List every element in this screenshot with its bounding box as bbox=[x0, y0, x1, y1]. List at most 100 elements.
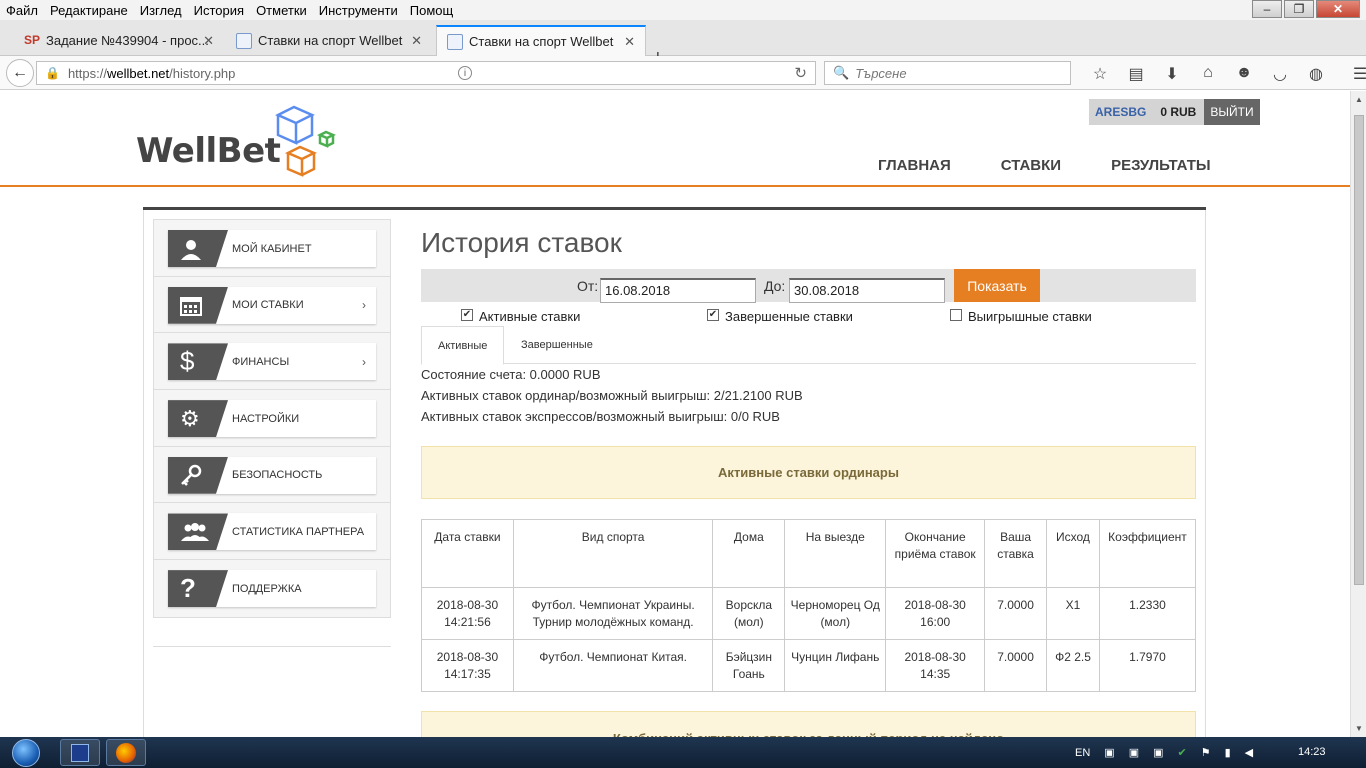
window-controls: – ❐ ✕ bbox=[1250, 0, 1360, 18]
column-header: Вид спорта bbox=[512, 519, 714, 588]
checkbox-winning[interactable]: Выигрышные ставки bbox=[950, 305, 1092, 324]
sidebar-item-my-bets[interactable]: МОИ СТАВКИ › bbox=[154, 277, 390, 334]
cell-odds: 1.2330 bbox=[1098, 587, 1197, 640]
to-date-input[interactable]: 30.08.2018 bbox=[789, 278, 945, 303]
clipboard-icon[interactable]: ▤ bbox=[1118, 64, 1154, 84]
bet-tabs: Активные Завершенные bbox=[421, 326, 1196, 365]
tab-active[interactable]: Активные bbox=[421, 326, 505, 365]
logo[interactable]: WellBet bbox=[136, 101, 346, 181]
url-bar[interactable]: i 🔒 https://wellbet.net/history.php ↻ bbox=[36, 61, 816, 85]
wellbet-favicon-icon bbox=[447, 33, 463, 50]
tray-app-icon[interactable]: ▣ bbox=[1153, 746, 1163, 759]
cell-date: 2018-08-30 14:17:35 bbox=[421, 639, 514, 692]
tab-title: Задание №439904 - прос... bbox=[46, 33, 209, 48]
close-tab-icon[interactable]: ✕ bbox=[203, 33, 214, 49]
menu-edit[interactable]: Редактиране bbox=[44, 3, 134, 18]
sidebar-item-security[interactable]: БЕЗОПАСНОСТЬ bbox=[154, 447, 390, 504]
menu-bookmarks[interactable]: Отметки bbox=[250, 3, 313, 18]
cell-outcome: Ф2 2.5 bbox=[1046, 639, 1100, 692]
flag-icon[interactable]: ⚑ bbox=[1201, 746, 1211, 759]
active-express-summary: Активных ставок экспрессов/возможный выи… bbox=[421, 409, 780, 424]
table-row: 2018-08-30 14:17:35 Футбол. Чемпионат Ки… bbox=[421, 639, 1197, 692]
chat-icon[interactable]: ☻ bbox=[1226, 64, 1262, 84]
checkbox-label: Выигрышные ставки bbox=[968, 309, 1092, 324]
logout-button[interactable]: ВЫЙТИ bbox=[1204, 99, 1260, 125]
hamburger-menu-icon[interactable]: ☰ bbox=[1342, 64, 1366, 84]
cell-away: Чунцин Лифань bbox=[784, 639, 887, 692]
cell-home: Ворскла (мол) bbox=[712, 587, 786, 640]
nav-bets[interactable]: СТАВКИ bbox=[1001, 157, 1061, 174]
lock-icon: 🔒 bbox=[45, 66, 60, 80]
chevron-right-icon: › bbox=[362, 354, 366, 369]
clock[interactable]: 14:23 bbox=[1298, 746, 1326, 758]
checkbox-unchecked-icon[interactable] bbox=[950, 308, 962, 321]
nav-home[interactable]: ГЛАВНАЯ bbox=[878, 157, 951, 174]
header-divider bbox=[0, 185, 1350, 187]
checkbox-finished[interactable]: ✔ Завершенные ставки bbox=[707, 305, 853, 324]
back-button[interactable]: ← bbox=[6, 59, 34, 87]
singles-header: Активные ставки ординары bbox=[421, 446, 1196, 499]
pocket-icon[interactable]: ◡ bbox=[1262, 64, 1298, 84]
checkbox-checked-icon[interactable]: ✔ bbox=[461, 308, 473, 321]
taskbar-firefox[interactable] bbox=[106, 739, 146, 766]
sidebar-item-label: МОИ СТАВКИ bbox=[232, 299, 304, 312]
url-path: /history.php bbox=[169, 65, 236, 81]
sidebar-item-cabinet[interactable]: МОЙ КАБИНЕТ bbox=[154, 220, 390, 277]
cell-away: Черноморец Од (мол) bbox=[784, 587, 887, 640]
page-scrollbar[interactable]: ▲ ▼ bbox=[1350, 91, 1366, 737]
globe-icon[interactable]: ◍ bbox=[1298, 64, 1334, 84]
balance: 0 RUB bbox=[1160, 105, 1197, 119]
gears-icon: ⚙ bbox=[168, 400, 228, 438]
sidebar-item-support[interactable]: ? ПОДДЕРЖКА bbox=[154, 560, 390, 617]
sidebar-item-label: НАСТРОЙКИ bbox=[232, 412, 300, 425]
scroll-thumb[interactable] bbox=[1354, 115, 1364, 585]
menu-file[interactable]: Файл bbox=[0, 3, 44, 18]
sidebar-item-finance[interactable]: $ ФИНАНСЫ › bbox=[154, 333, 390, 391]
username[interactable]: ARESBG bbox=[1089, 105, 1154, 119]
sidebar-item-label: БЕЗОПАСНОСТЬ bbox=[232, 469, 323, 482]
close-tab-icon[interactable]: ✕ bbox=[411, 33, 422, 49]
menu-tools[interactable]: Инструменти bbox=[313, 3, 404, 18]
tray-check-icon[interactable]: ✔ bbox=[1178, 746, 1187, 759]
table-row: 2018-08-30 14:21:56 Футбол. Чемпионат Ук… bbox=[421, 587, 1197, 640]
cell-sport: Футбол. Чемпионат Украины. Турнир молодё… bbox=[512, 587, 714, 640]
tray-app-icon[interactable]: ▣ bbox=[1104, 746, 1114, 759]
scroll-up-icon[interactable]: ▲ bbox=[1351, 95, 1366, 104]
date-filter: От: 16.08.2018 До: 30.08.2018 Показать bbox=[421, 269, 1196, 303]
minimize-button[interactable]: – bbox=[1252, 0, 1282, 18]
from-date-input[interactable]: 16.08.2018 bbox=[600, 278, 756, 303]
info-icon[interactable]: i bbox=[458, 66, 472, 80]
search-input[interactable]: 🔍 Търсене bbox=[824, 61, 1071, 85]
star-icon[interactable]: ☆ bbox=[1082, 64, 1118, 84]
browser-tab[interactable]: Ставки на спорт Wellbet ✕ bbox=[226, 25, 432, 56]
volume-icon[interactable]: ◀ bbox=[1245, 746, 1253, 759]
browser-tab-active[interactable]: Ставки на спорт Wellbet ✕ bbox=[436, 25, 646, 56]
menu-history[interactable]: История bbox=[188, 3, 250, 18]
checkbox-active[interactable]: ✔ Активные ставки bbox=[461, 305, 580, 324]
column-header: Окончание приёма ставок bbox=[885, 519, 986, 588]
tab-title: Ставки на спорт Wellbet bbox=[469, 34, 614, 49]
close-window-button[interactable]: ✕ bbox=[1316, 0, 1360, 18]
download-icon[interactable]: ⬇ bbox=[1154, 64, 1190, 84]
scroll-down-icon[interactable]: ▼ bbox=[1351, 724, 1366, 733]
close-tab-icon[interactable]: ✕ bbox=[624, 34, 635, 50]
maximize-button[interactable]: ❐ bbox=[1284, 0, 1314, 18]
language-indicator[interactable]: EN bbox=[1075, 747, 1090, 759]
home-icon[interactable]: ⌂ bbox=[1190, 64, 1226, 84]
sidebar-item-partner-stats[interactable]: СТАТИСТИКА ПАРТНЕРА bbox=[154, 503, 390, 561]
sidebar-item-settings[interactable]: ⚙ НАСТРОЙКИ bbox=[154, 390, 390, 447]
show-button[interactable]: Показать bbox=[954, 269, 1040, 302]
checkbox-checked-icon[interactable]: ✔ bbox=[707, 308, 719, 321]
nav-results[interactable]: РЕЗУЛЬТАТЫ bbox=[1111, 157, 1211, 174]
menu-view[interactable]: Изглед bbox=[134, 3, 188, 18]
menu-help[interactable]: Помощ bbox=[404, 3, 459, 18]
signal-icon[interactable]: ▮ bbox=[1225, 746, 1231, 759]
browser-tab[interactable]: SP Задание №439904 - прос... ✕ bbox=[14, 25, 224, 56]
logo-text: WellBet bbox=[136, 131, 281, 171]
sidebar-item-label: ФИНАНСЫ bbox=[232, 355, 290, 368]
tab-finished[interactable]: Завершенные bbox=[505, 326, 609, 364]
start-button[interactable] bbox=[4, 737, 48, 768]
reload-icon[interactable]: ↻ bbox=[794, 64, 807, 82]
taskbar-app[interactable] bbox=[60, 739, 100, 766]
tray-app-icon[interactable]: ▣ bbox=[1129, 746, 1139, 759]
